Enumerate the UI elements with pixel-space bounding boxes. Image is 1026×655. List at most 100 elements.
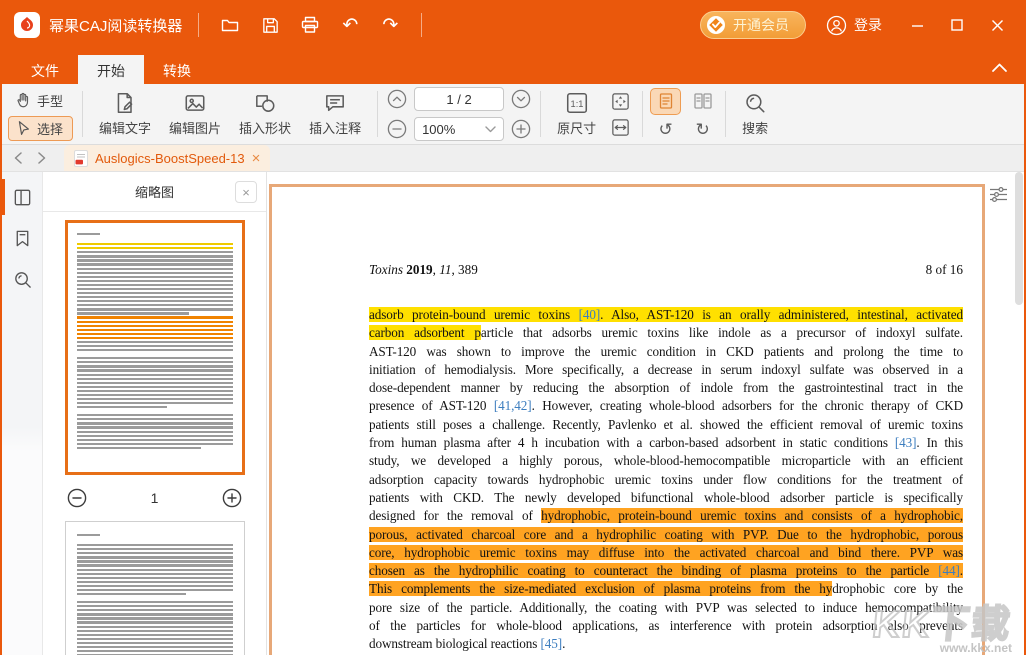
zoom-in-button[interactable]: [511, 119, 531, 139]
thumb-line: [77, 321, 233, 323]
text-line: patients still poses a challenge. Recent…: [369, 416, 963, 434]
rotate-left-button[interactable]: ↺: [653, 119, 679, 141]
pdf-page[interactable]: Toxins 2019, 11, 389 8 of 16 adsorb prot…: [269, 184, 985, 655]
text-line: study, we developed a highly porous, who…: [369, 452, 963, 470]
thumbnail-controls: 1: [65, 475, 245, 521]
document-area: Toxins 2019, 11, 389 8 of 16 adsorb prot…: [267, 172, 1024, 655]
thumb-line: [77, 251, 233, 253]
thumb-line: [77, 369, 233, 371]
tab-close-icon[interactable]: ×: [252, 151, 261, 166]
collapse-ribbon-button[interactable]: [991, 62, 1008, 73]
cursor-icon: [14, 119, 32, 137]
document-tab[interactable]: Auslogics-BoostSpeed-13 ×: [64, 145, 270, 171]
search-button[interactable]: 搜索: [733, 88, 777, 140]
text-segment: chosen as the hydrophilic coating to cou…: [369, 563, 938, 578]
select-tool-button[interactable]: 选择: [8, 116, 73, 141]
prev-page-button[interactable]: [387, 89, 407, 109]
print-button[interactable]: [295, 10, 325, 40]
vip-button[interactable]: 开通会员: [700, 11, 806, 39]
app-title: 幂果CAJ阅读转换器: [49, 15, 182, 36]
close-button[interactable]: [982, 10, 1012, 40]
search-panel-button[interactable]: [9, 266, 35, 292]
thumbnail-page-number: 1: [151, 490, 159, 506]
single-page-view-button[interactable]: [650, 88, 681, 115]
thumb-line: [77, 259, 233, 261]
divider: [540, 91, 541, 137]
thumb-line: [77, 406, 167, 408]
tab-home[interactable]: 开始: [78, 55, 144, 84]
thumb-line: [77, 304, 233, 306]
thumb-line: [77, 418, 233, 420]
thumb-line: [77, 556, 233, 558]
save-button[interactable]: [255, 10, 285, 40]
view-settings-button[interactable]: [989, 186, 1008, 203]
app-window: 幂果CAJ阅读转换器 ↶ ↷ 开通会员 登录: [0, 0, 1026, 655]
tab-scroll-left-button[interactable]: [6, 145, 30, 171]
insert-shape-button[interactable]: 插入形状: [230, 88, 300, 140]
thumb-line: [77, 422, 233, 424]
page-thumbnail-2[interactable]: [65, 521, 245, 655]
edit-image-button[interactable]: 编辑图片: [160, 88, 230, 140]
bookmark-panel-button[interactable]: [9, 225, 35, 251]
edit-text-button[interactable]: 编辑文字: [90, 88, 160, 140]
thumbnail-panel-toggle[interactable]: [9, 184, 35, 210]
text-segment: article that adsorbs uremic toxins like …: [481, 325, 963, 340]
thumb-line: [77, 329, 233, 331]
thumb-line: [77, 255, 233, 257]
thumbnail-zoom-out-button[interactable]: [67, 488, 87, 508]
text-segment: initiation of hemodialysis. More specifi…: [369, 362, 963, 377]
fit-page-button[interactable]: [607, 90, 633, 113]
zoom-out-button[interactable]: [387, 119, 407, 139]
thumb-line: [77, 386, 233, 388]
thumb-line: [77, 447, 202, 449]
maximize-button[interactable]: [942, 10, 972, 40]
thumbnail-zoom-in-button[interactable]: [222, 488, 242, 508]
thumb-line: [77, 435, 233, 437]
next-page-button[interactable]: [511, 89, 531, 109]
page-number-input[interactable]: [414, 87, 504, 111]
thumbnail-panel-header: 缩略图 ×: [43, 172, 266, 212]
login-button[interactable]: 登录: [826, 15, 882, 36]
vertical-scrollbar[interactable]: [1015, 172, 1023, 305]
thumb-line: [77, 439, 233, 441]
tab-file[interactable]: 文件: [12, 55, 78, 84]
text-line: core, hydrophobic uremic toxins may diff…: [369, 544, 963, 562]
thumb-line: [77, 357, 233, 359]
open-file-button[interactable]: [215, 10, 245, 40]
vip-label: 开通会员: [733, 15, 789, 35]
thumbnail-panel-title: 缩略图: [135, 182, 174, 201]
original-size-button[interactable]: 1:1 原尺寸: [548, 88, 605, 140]
text-line: chosen as the hydrophilic coating to cou…: [369, 562, 963, 580]
minimize-button[interactable]: [902, 10, 932, 40]
edit-text-label: 编辑文字: [99, 118, 151, 137]
doc-header-right: 8 of 16: [926, 262, 963, 278]
page-thumbnail-1[interactable]: [65, 220, 245, 475]
thumb-line: [77, 233, 100, 235]
text-line: patients with CKD. The newly developed b…: [369, 489, 963, 507]
insert-note-button[interactable]: 插入注释: [300, 88, 370, 140]
titlebar: 幂果CAJ阅读转换器 ↶ ↷ 开通会员 登录: [2, 0, 1024, 50]
thumb-line: [77, 247, 233, 249]
text-segment: This complements the size-mediated exclu…: [369, 581, 832, 596]
thumb-line: [77, 426, 233, 428]
undo-button[interactable]: ↶: [335, 10, 365, 40]
tab-convert[interactable]: 转换: [144, 55, 210, 84]
two-page-view-button[interactable]: [687, 88, 718, 115]
text-line: designed for the removal of hydrophobic,…: [369, 507, 963, 525]
text-segment: pore size of the particle. Additionally,…: [369, 600, 963, 615]
divider: [377, 91, 378, 137]
thumb-line: [77, 443, 233, 445]
thumb-line: [77, 548, 233, 550]
tab-scroll-right-button[interactable]: [30, 145, 54, 171]
text-segment: from human plasma after 4 h incubation w…: [369, 435, 895, 450]
zoom-level-select[interactable]: 100%: [414, 117, 504, 141]
thumb-line: [77, 365, 233, 367]
rotate-right-button[interactable]: ↻: [690, 119, 716, 141]
thumbnail-panel-close-button[interactable]: ×: [235, 181, 257, 203]
hand-tool-button[interactable]: 手型: [8, 88, 73, 113]
redo-button[interactable]: ↷: [375, 10, 405, 40]
fit-width-button[interactable]: [607, 116, 633, 139]
thumb-line: [77, 402, 233, 404]
text-segment: .: [562, 636, 565, 651]
divider: [725, 91, 726, 137]
